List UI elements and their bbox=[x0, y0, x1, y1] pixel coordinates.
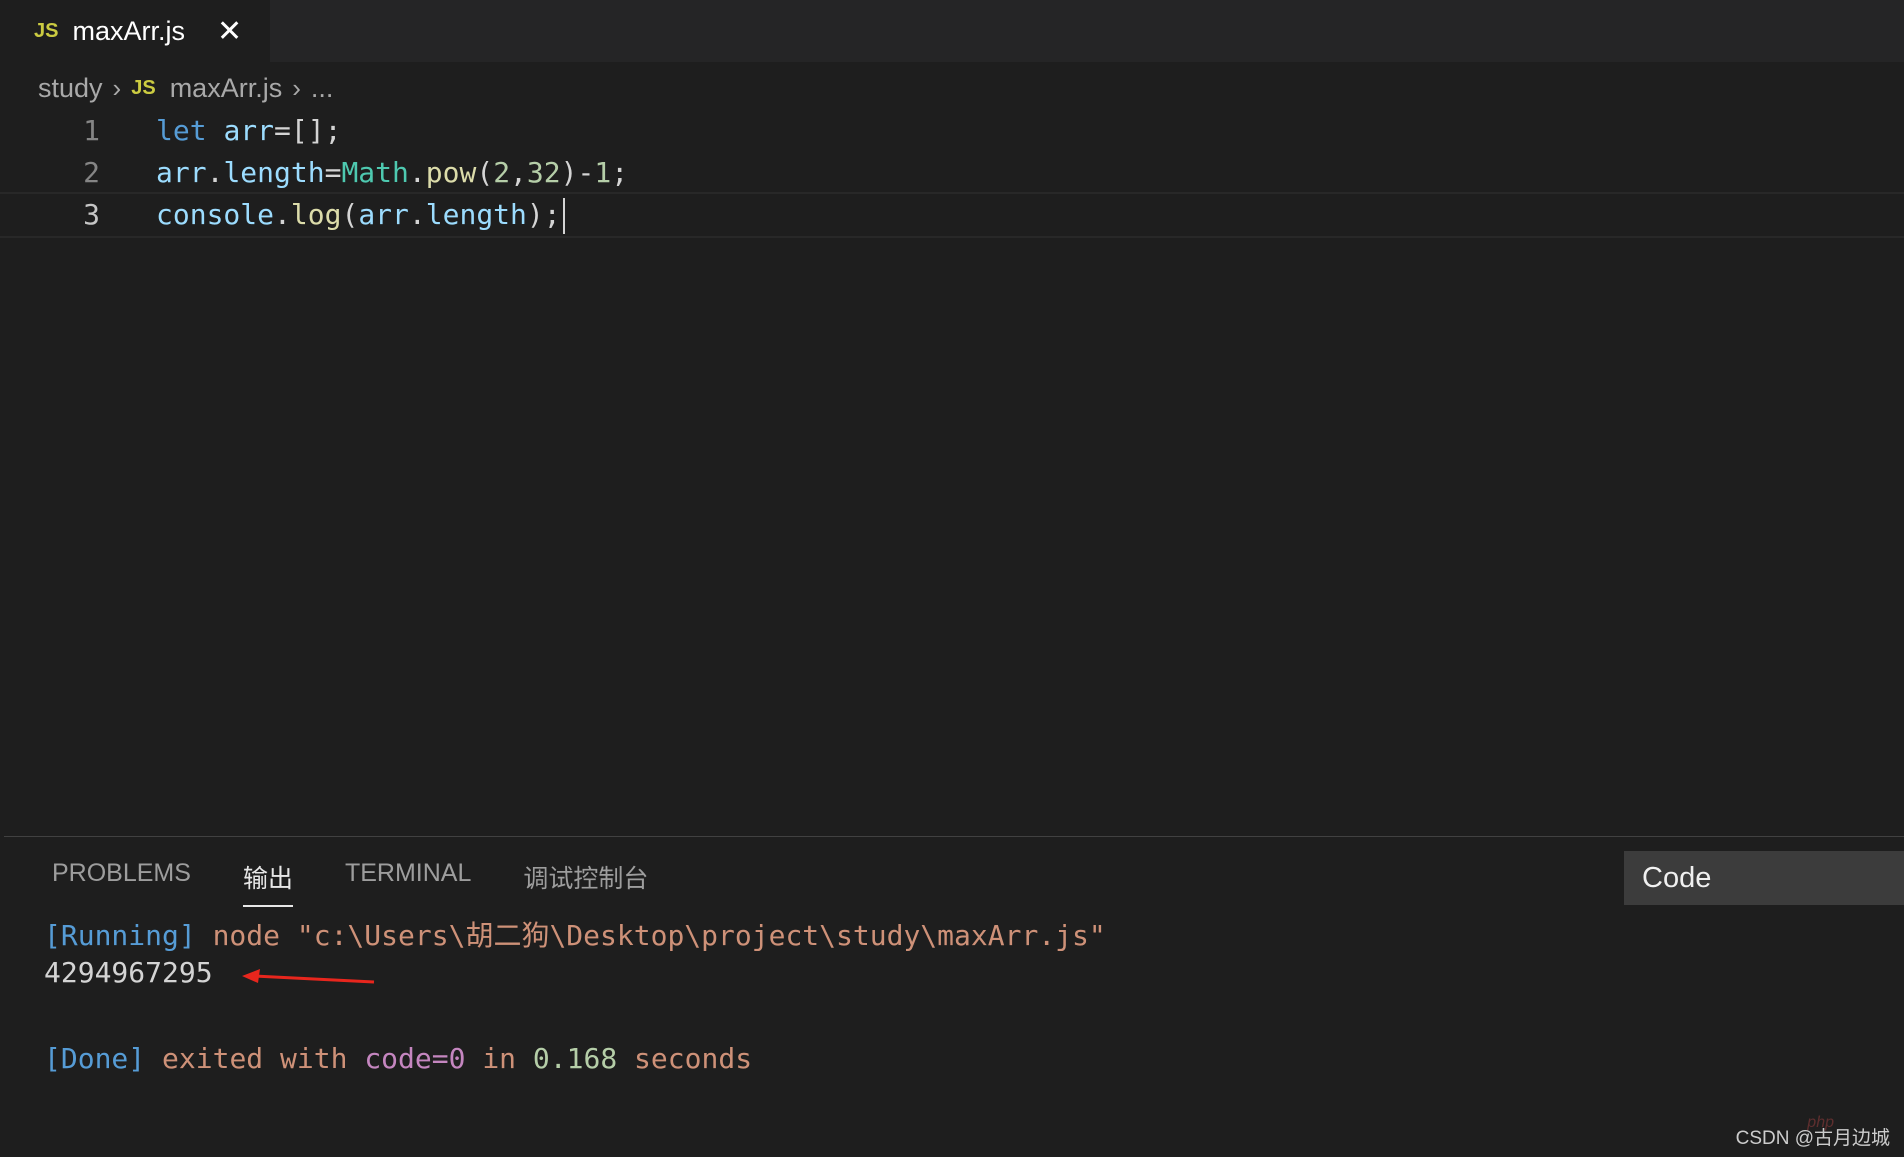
tab-debug-console[interactable]: 调试控制台 bbox=[523, 859, 648, 907]
tab-terminal[interactable]: TERMINAL bbox=[345, 859, 471, 907]
javascript-file-icon: JS bbox=[34, 19, 59, 42]
code-token: = bbox=[324, 156, 342, 189]
done-text: seconds bbox=[617, 1042, 753, 1075]
output-running-line: [Running] node "c:\Users\胡二狗\Desktop\pro… bbox=[44, 914, 1106, 954]
running-tag: [Running] bbox=[44, 919, 196, 952]
code-token: . bbox=[274, 198, 291, 231]
code-token: . bbox=[408, 198, 426, 231]
elapsed-time: 0.168 bbox=[532, 1042, 618, 1075]
editor-tab-maxarr[interactable]: JS maxArr.js ✕ bbox=[0, 0, 270, 62]
code-editor[interactable]: 1 let arr=[]; 2 arr.length=Math.pow(2,32… bbox=[0, 110, 1904, 834]
code-text[interactable]: arr.length=Math.pow(2,32)-1; bbox=[156, 152, 628, 194]
line-number: 3 bbox=[83, 198, 100, 231]
code-token: ; bbox=[611, 156, 629, 189]
tab-problems[interactable]: PROBLEMS bbox=[52, 859, 191, 907]
output-done-line: [Done] exited with code=0 in 0.168 secon… bbox=[44, 1042, 752, 1075]
done-text: exited with bbox=[145, 1042, 365, 1075]
code-token: , bbox=[510, 156, 527, 189]
annotation-arrow bbox=[242, 969, 375, 984]
code-token: length bbox=[223, 156, 325, 189]
code-token: Math bbox=[341, 156, 409, 189]
breadcrumb-folder[interactable]: study bbox=[38, 73, 103, 104]
code-token: arr bbox=[358, 198, 409, 231]
code-token: 1 bbox=[594, 156, 612, 189]
output-channel-select[interactable]: Code bbox=[1624, 851, 1904, 905]
line-number: 1 bbox=[83, 114, 100, 147]
code-line[interactable]: 1 let arr=[]; bbox=[0, 110, 1904, 152]
code-token: . bbox=[408, 156, 426, 189]
text-cursor bbox=[562, 198, 565, 234]
code-token: pow bbox=[425, 156, 477, 189]
csdn-watermark: CSDN @古月边城 bbox=[1735, 1128, 1890, 1149]
code-token: ); bbox=[526, 198, 561, 231]
code-token: ( bbox=[476, 156, 494, 189]
running-command: node "c:\Users\胡二狗\Desktop\project\study… bbox=[195, 919, 1106, 952]
code-text[interactable]: let arr=[]; bbox=[156, 110, 341, 152]
output-panel: PROBLEMS 输出 TERMINAL 调试控制台 Code bbox=[4, 836, 1904, 1157]
code-token: ( bbox=[341, 198, 359, 231]
breadcrumb-file[interactable]: maxArr.js bbox=[170, 73, 283, 104]
code-token: . bbox=[206, 156, 224, 189]
code-text[interactable]: console.log(arr.length); bbox=[156, 194, 565, 236]
tab-bar: JS maxArr.js ✕ bbox=[0, 0, 1904, 62]
output-result: 4294967295 bbox=[44, 956, 213, 989]
chevron-right-icon: › bbox=[112, 72, 122, 103]
breadcrumb: study › JS maxArr.js › ... bbox=[38, 66, 333, 110]
code-token: 2 bbox=[493, 156, 511, 189]
code-token: console bbox=[156, 198, 275, 231]
code-token: =[]; bbox=[274, 114, 342, 147]
javascript-file-icon: JS bbox=[131, 76, 156, 99]
breadcrumb-more[interactable]: ... bbox=[311, 73, 334, 104]
code-token: arr bbox=[156, 156, 207, 189]
line-number: 2 bbox=[83, 156, 100, 189]
code-token: log bbox=[290, 198, 342, 231]
chevron-right-icon: › bbox=[292, 72, 301, 103]
code-line[interactable]: 2 arr.length=Math.pow(2,32)-1; bbox=[0, 152, 1904, 194]
tab-output[interactable]: 输出 bbox=[242, 859, 293, 907]
done-tag: [Done] bbox=[44, 1042, 146, 1075]
code-token: 32 bbox=[526, 156, 561, 189]
code-token: )- bbox=[560, 156, 595, 189]
done-text: in bbox=[465, 1042, 533, 1075]
panel-tabs: PROBLEMS 输出 TERMINAL 调试控制台 bbox=[52, 859, 700, 907]
tab-filename: maxArr.js bbox=[72, 15, 185, 46]
exit-code: code=0 bbox=[364, 1042, 466, 1075]
code-token: length bbox=[425, 198, 527, 231]
code-token: let bbox=[156, 114, 207, 147]
close-icon[interactable]: ✕ bbox=[217, 14, 242, 49]
code-line-current[interactable]: 3 console.log(arr.length); bbox=[0, 192, 1904, 238]
code-token: arr bbox=[223, 114, 275, 147]
